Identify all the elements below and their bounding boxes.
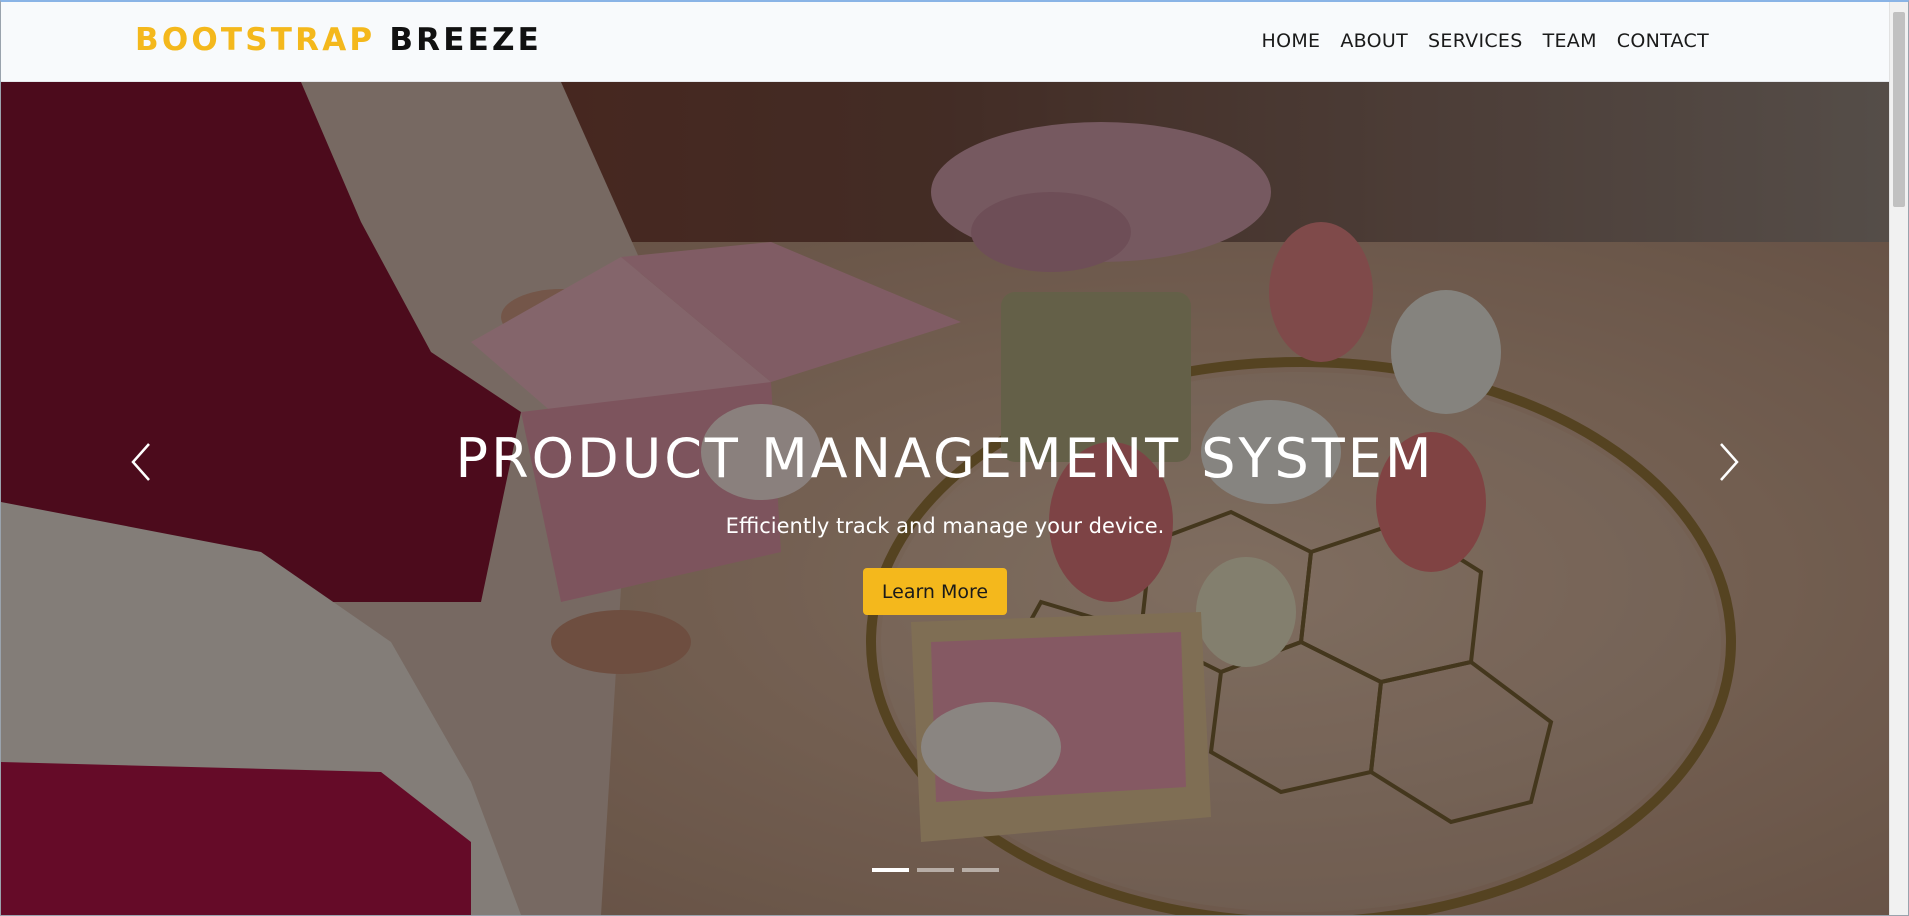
- chevron-left-icon: [131, 443, 150, 481]
- carousel-indicator-3[interactable]: [962, 868, 999, 872]
- hero-carousel: PRODUCT MANAGEMENT SYSTEM Efficiently tr…: [1, 82, 1889, 915]
- hero-subtitle: Efficiently track and manage your device…: [725, 514, 1165, 538]
- hero-title: PRODUCT MANAGEMENT SYSTEM: [455, 427, 1435, 490]
- nav-home[interactable]: HOME: [1262, 30, 1321, 52]
- carousel-indicator-2[interactable]: [917, 868, 954, 872]
- nav-about[interactable]: ABOUT: [1340, 30, 1408, 52]
- nav-services[interactable]: SERVICES: [1428, 30, 1523, 52]
- carousel-indicators: [872, 868, 999, 872]
- brand-logo[interactable]: BOOTSTRAP BREEZE: [135, 22, 542, 58]
- nav-contact[interactable]: CONTACT: [1617, 30, 1709, 52]
- carousel-indicator-1[interactable]: [872, 868, 909, 872]
- chevron-right-icon: [1720, 443, 1739, 481]
- main-nav: HOME ABOUT SERVICES TEAM CONTACT: [1262, 30, 1709, 52]
- nav-team[interactable]: TEAM: [1543, 30, 1597, 52]
- carousel-next-button[interactable]: [1707, 432, 1747, 492]
- carousel-prev-button[interactable]: [123, 432, 163, 492]
- navbar: BOOTSTRAP BREEZE HOME ABOUT SERVICES TEA…: [1, 2, 1889, 82]
- brand-part-1: BOOTSTRAP: [135, 22, 376, 58]
- scrollbar-thumb[interactable]: [1893, 12, 1905, 207]
- brand-part-2: BREEZE: [389, 22, 543, 58]
- learn-more-button[interactable]: Learn More: [863, 568, 1007, 615]
- page-scrollbar[interactable]: [1889, 2, 1908, 915]
- hero-dark-overlay: [1, 82, 1889, 915]
